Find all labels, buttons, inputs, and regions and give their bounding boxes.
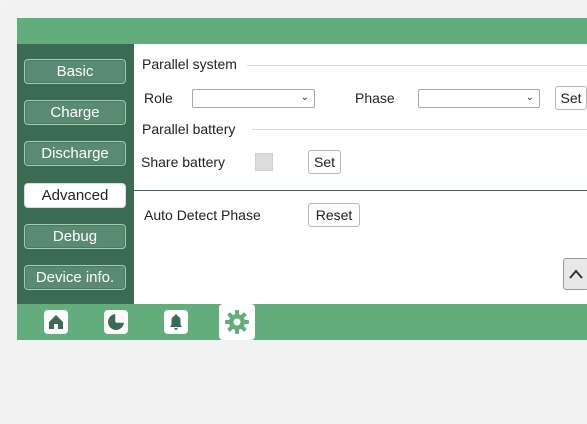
section-divider-dark [134,190,587,191]
chevron-down-icon: ⌄ [300,92,309,103]
role-select[interactable]: ⌄ [192,89,315,108]
nav-debug-button[interactable]: Debug [24,224,126,249]
pie-chart-icon [104,310,128,334]
bell-icon [164,310,188,334]
advanced-settings-panel: Parallel system Role ⌄ Phase ⌄ Set Paral… [134,44,587,304]
nav-charge-button[interactable]: Charge [24,100,126,125]
statistics-tab[interactable] [102,308,130,336]
alarms-tab[interactable] [162,308,190,336]
parallel-system-title: Parallel system [142,56,237,72]
scroll-up-button[interactable] [563,258,587,290]
nav-advanced-button[interactable]: Advanced [24,183,126,208]
section-divider [252,129,587,130]
nav-discharge-button[interactable]: Discharge [24,141,126,166]
chevron-up-icon [569,269,583,279]
share-battery-checkbox[interactable] [255,153,273,171]
role-label: Role [144,90,173,106]
sidebar: Basic Charge Discharge Advanced Debug De… [17,44,134,304]
parallel-system-set-button[interactable]: Set [555,86,587,110]
top-bar [17,18,587,44]
auto-detect-phase-label: Auto Detect Phase [144,207,261,223]
parallel-battery-set-button[interactable]: Set [308,150,341,174]
reset-button[interactable]: Reset [308,203,360,227]
phase-select[interactable]: ⌄ [418,89,540,108]
bottom-tab-bar [17,304,587,340]
nav-device-info-button[interactable]: Device info. [24,265,126,290]
section-divider [247,65,587,66]
home-tab[interactable] [42,308,70,336]
share-battery-label: Share battery [141,154,226,170]
phase-label: Phase [355,90,395,106]
home-icon [44,310,68,334]
parallel-battery-title: Parallel battery [142,121,236,137]
nav-basic-button[interactable]: Basic [24,59,126,84]
settings-tab[interactable] [219,304,255,340]
chevron-down-icon: ⌄ [525,92,534,103]
gear-icon [225,310,249,334]
